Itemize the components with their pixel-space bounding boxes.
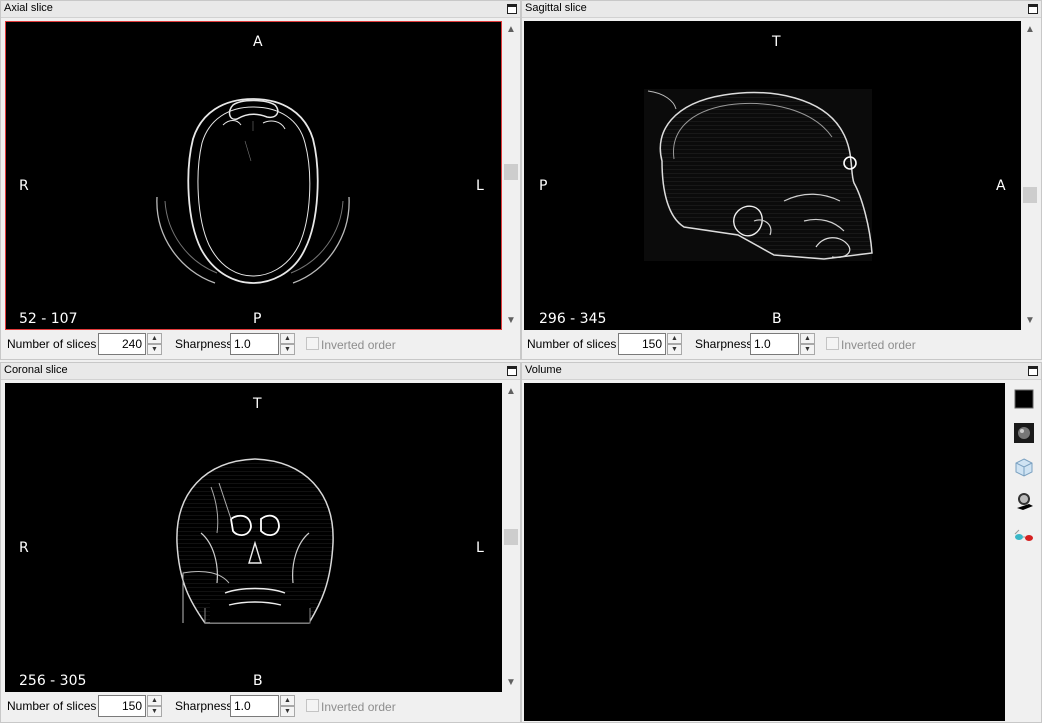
inverted-order-checkbox[interactable]: [306, 337, 319, 350]
stereo-glasses-icon[interactable]: [1013, 524, 1035, 546]
sagittal-title: Sagittal slice: [525, 2, 587, 14]
stepper-down-icon[interactable]: ▼: [280, 706, 295, 717]
volume-titlebar: Volume: [522, 363, 1041, 380]
scroll-down-icon[interactable]: ▼: [502, 314, 520, 328]
num-slices-stepper[interactable]: ▲ ▼: [98, 695, 162, 717]
coronal-pane: Coronal slice T R L B 256 - 305 ▲ ▼ Numb…: [0, 362, 521, 723]
coronal-label-top: T: [253, 396, 262, 412]
sharpness-stepper[interactable]: ▲ ▼: [230, 333, 295, 355]
num-slices-input[interactable]: [98, 333, 146, 355]
sharpness-stepper[interactable]: ▲ ▼: [230, 695, 295, 717]
volume-toolbar: [1007, 383, 1041, 721]
num-slices-stepper[interactable]: ▲ ▼: [618, 333, 682, 355]
sagittal-viewport[interactable]: T P A B 296 - 345: [524, 21, 1021, 330]
stepper-up-icon[interactable]: ▲: [280, 333, 295, 344]
stepper-up-icon[interactable]: ▲: [147, 333, 162, 344]
axial-viewport[interactable]: A R L P 52 - 107: [5, 21, 502, 330]
maximize-icon[interactable]: [1028, 366, 1038, 376]
cube-icon[interactable]: [1013, 456, 1035, 478]
inverted-order-label: Inverted order: [321, 338, 396, 352]
stepper-down-icon[interactable]: ▼: [800, 344, 815, 355]
axial-scrollbar[interactable]: ▲ ▼: [502, 21, 520, 330]
coronal-ct-image: [176, 458, 334, 624]
stepper-down-icon[interactable]: ▼: [147, 706, 162, 717]
scroll-up-icon[interactable]: ▲: [1021, 23, 1039, 37]
sagittal-pane: Sagittal slice T P A B 296 - 345 ▲ ▼ Num…: [521, 0, 1042, 360]
num-slices-stepper[interactable]: ▲ ▼: [98, 333, 162, 355]
coronal-title: Coronal slice: [4, 364, 68, 376]
sagittal-ct-image: [644, 89, 873, 261]
maximize-icon[interactable]: [1028, 4, 1038, 14]
scroll-down-icon[interactable]: ▼: [1021, 314, 1039, 328]
sagittal-titlebar: Sagittal slice: [522, 1, 1041, 18]
axial-ct-image: [156, 98, 350, 284]
inverted-order-checkbox[interactable]: [306, 699, 319, 712]
coronal-titlebar: Coronal slice: [1, 363, 520, 380]
sharpness-label: Sharpness: [175, 699, 233, 713]
sharpness-input[interactable]: [750, 333, 799, 355]
maximize-icon[interactable]: [507, 366, 517, 376]
coronal-controls: Number of slices ▲ ▼ Sharpness ▲ ▼ Inver…: [5, 694, 520, 720]
volume-viewport[interactable]: [524, 383, 1005, 721]
sharpness-input[interactable]: [230, 333, 279, 355]
num-slices-label: Number of slices: [7, 337, 97, 351]
coronal-label-left: R: [19, 540, 29, 556]
scroll-thumb[interactable]: [1023, 187, 1037, 203]
inverted-order-label: Inverted order: [841, 338, 916, 352]
num-slices-input[interactable]: [618, 333, 666, 355]
inverted-order-label: Inverted order: [321, 700, 396, 714]
sharpness-label: Sharpness: [695, 337, 753, 351]
num-slices-input[interactable]: [98, 695, 146, 717]
axial-label-left: R: [19, 178, 29, 194]
axial-controls: Number of slices ▲ ▼ Sharpness ▲ ▼ Inver…: [5, 332, 520, 358]
stepper-up-icon[interactable]: ▲: [667, 333, 682, 344]
scroll-down-icon[interactable]: ▼: [502, 676, 520, 690]
sagittal-label-right: A: [996, 178, 1006, 194]
scroll-up-icon[interactable]: ▲: [502, 23, 520, 37]
stepper-down-icon[interactable]: ▼: [147, 344, 162, 355]
sagittal-label-top: T: [772, 34, 781, 50]
background-color-icon[interactable]: [1013, 388, 1035, 410]
volume-pane: Volume: [521, 362, 1042, 723]
stepper-up-icon[interactable]: ▲: [280, 695, 295, 706]
coronal-slice-range: 256 - 305: [19, 673, 87, 689]
sharpness-input[interactable]: [230, 695, 279, 717]
num-slices-label: Number of slices: [7, 699, 97, 713]
inverted-order-checkbox[interactable]: [826, 337, 839, 350]
sagittal-controls: Number of slices ▲ ▼ Sharpness ▲ ▼ Inver…: [526, 332, 1041, 358]
axial-label-top: A: [253, 34, 263, 50]
scroll-thumb[interactable]: [504, 529, 518, 545]
stepper-up-icon[interactable]: ▲: [147, 695, 162, 706]
axial-label-bottom: P: [253, 311, 262, 327]
head-3d-icon[interactable]: [1013, 490, 1035, 512]
scroll-thumb[interactable]: [504, 164, 518, 180]
coronal-scrollbar[interactable]: ▲ ▼: [502, 383, 520, 692]
volume-render-icon[interactable]: [1013, 422, 1035, 444]
sagittal-label-bottom: B: [772, 311, 782, 327]
stepper-up-icon[interactable]: ▲: [800, 333, 815, 344]
sagittal-scrollbar[interactable]: ▲ ▼: [1021, 21, 1039, 330]
scroll-up-icon[interactable]: ▲: [502, 385, 520, 399]
axial-titlebar: Axial slice: [1, 1, 520, 18]
num-slices-label: Number of slices: [527, 337, 617, 351]
maximize-icon[interactable]: [507, 4, 517, 14]
axial-title: Axial slice: [4, 2, 53, 14]
sharpness-label: Sharpness: [175, 337, 233, 351]
sagittal-slice-range: 296 - 345: [539, 311, 607, 327]
axial-slice-range: 52 - 107: [19, 311, 78, 327]
coronal-label-right: L: [476, 540, 484, 556]
stepper-down-icon[interactable]: ▼: [667, 344, 682, 355]
axial-label-right: L: [476, 178, 484, 194]
coronal-label-bottom: B: [253, 673, 263, 689]
stepper-down-icon[interactable]: ▼: [280, 344, 295, 355]
coronal-viewport[interactable]: T R L B 256 - 305: [5, 383, 502, 692]
axial-pane: Axial slice A R L P 52 - 107 ▲ ▼ Number …: [0, 0, 521, 360]
sharpness-stepper[interactable]: ▲ ▼: [750, 333, 815, 355]
sagittal-label-left: P: [539, 178, 548, 194]
volume-title: Volume: [525, 364, 562, 376]
